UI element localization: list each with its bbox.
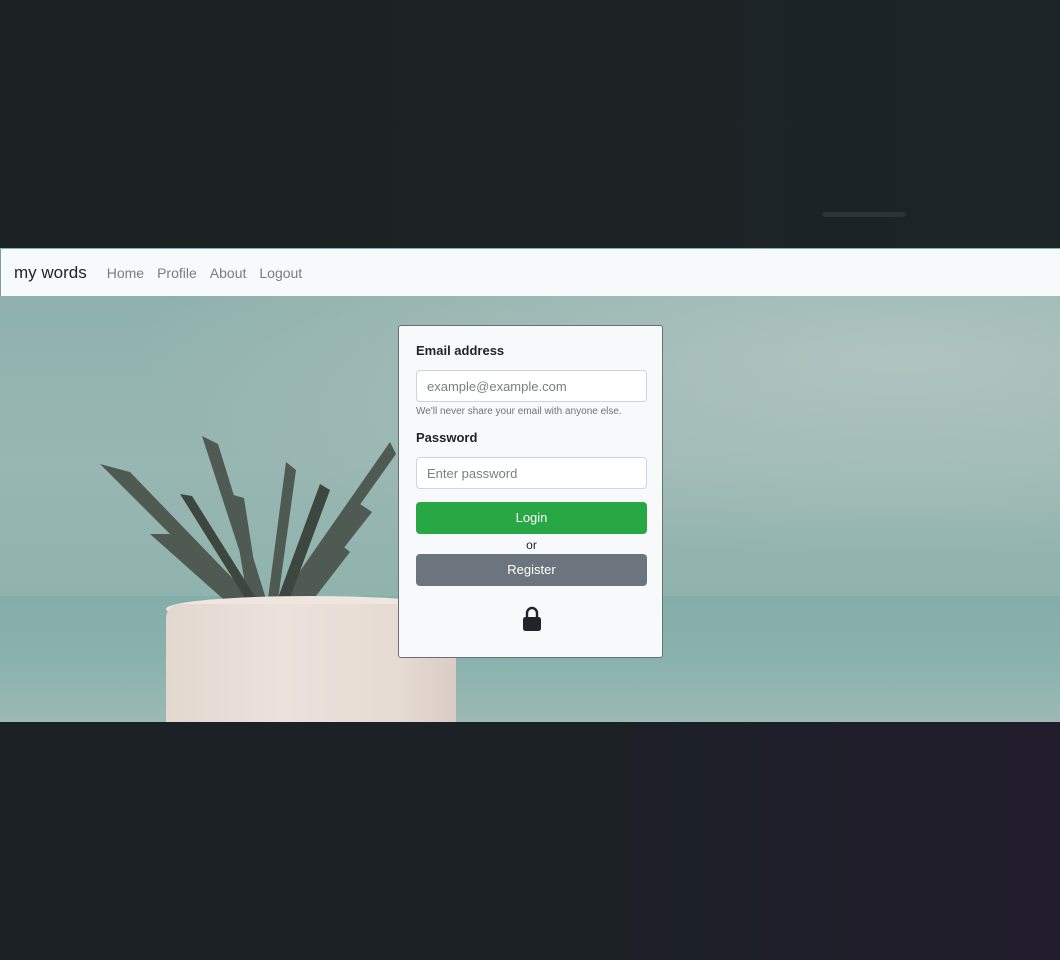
email-label: Email address — [416, 343, 505, 358]
register-button[interactable]: Register — [416, 554, 647, 586]
plant-illustration — [100, 436, 396, 614]
or-separator: or — [526, 538, 537, 552]
navbar-brand[interactable]: my words — [14, 263, 87, 283]
email-help-text: We'll never share your email with anyone… — [416, 406, 622, 417]
page-viewport: my words Home Profile About Logout Email… — [0, 248, 1060, 723]
password-label: Password — [416, 430, 478, 445]
login-card: Email address We'll never share your ema… — [398, 325, 663, 658]
nav-link-profile[interactable]: Profile — [157, 265, 197, 281]
nav-link-home[interactable]: Home — [107, 265, 144, 281]
scroll-indicator — [822, 212, 906, 217]
nav-link-about[interactable]: About — [210, 265, 247, 281]
lock-icon — [416, 606, 647, 637]
password-input[interactable] — [416, 457, 647, 489]
bottom-dark-area — [0, 722, 1060, 960]
login-button[interactable]: Login — [416, 502, 647, 534]
nav-link-logout[interactable]: Logout — [259, 265, 302, 281]
navbar: my words Home Profile About Logout — [0, 249, 1060, 296]
email-input[interactable] — [416, 370, 647, 402]
top-dark-area — [0, 0, 1060, 248]
